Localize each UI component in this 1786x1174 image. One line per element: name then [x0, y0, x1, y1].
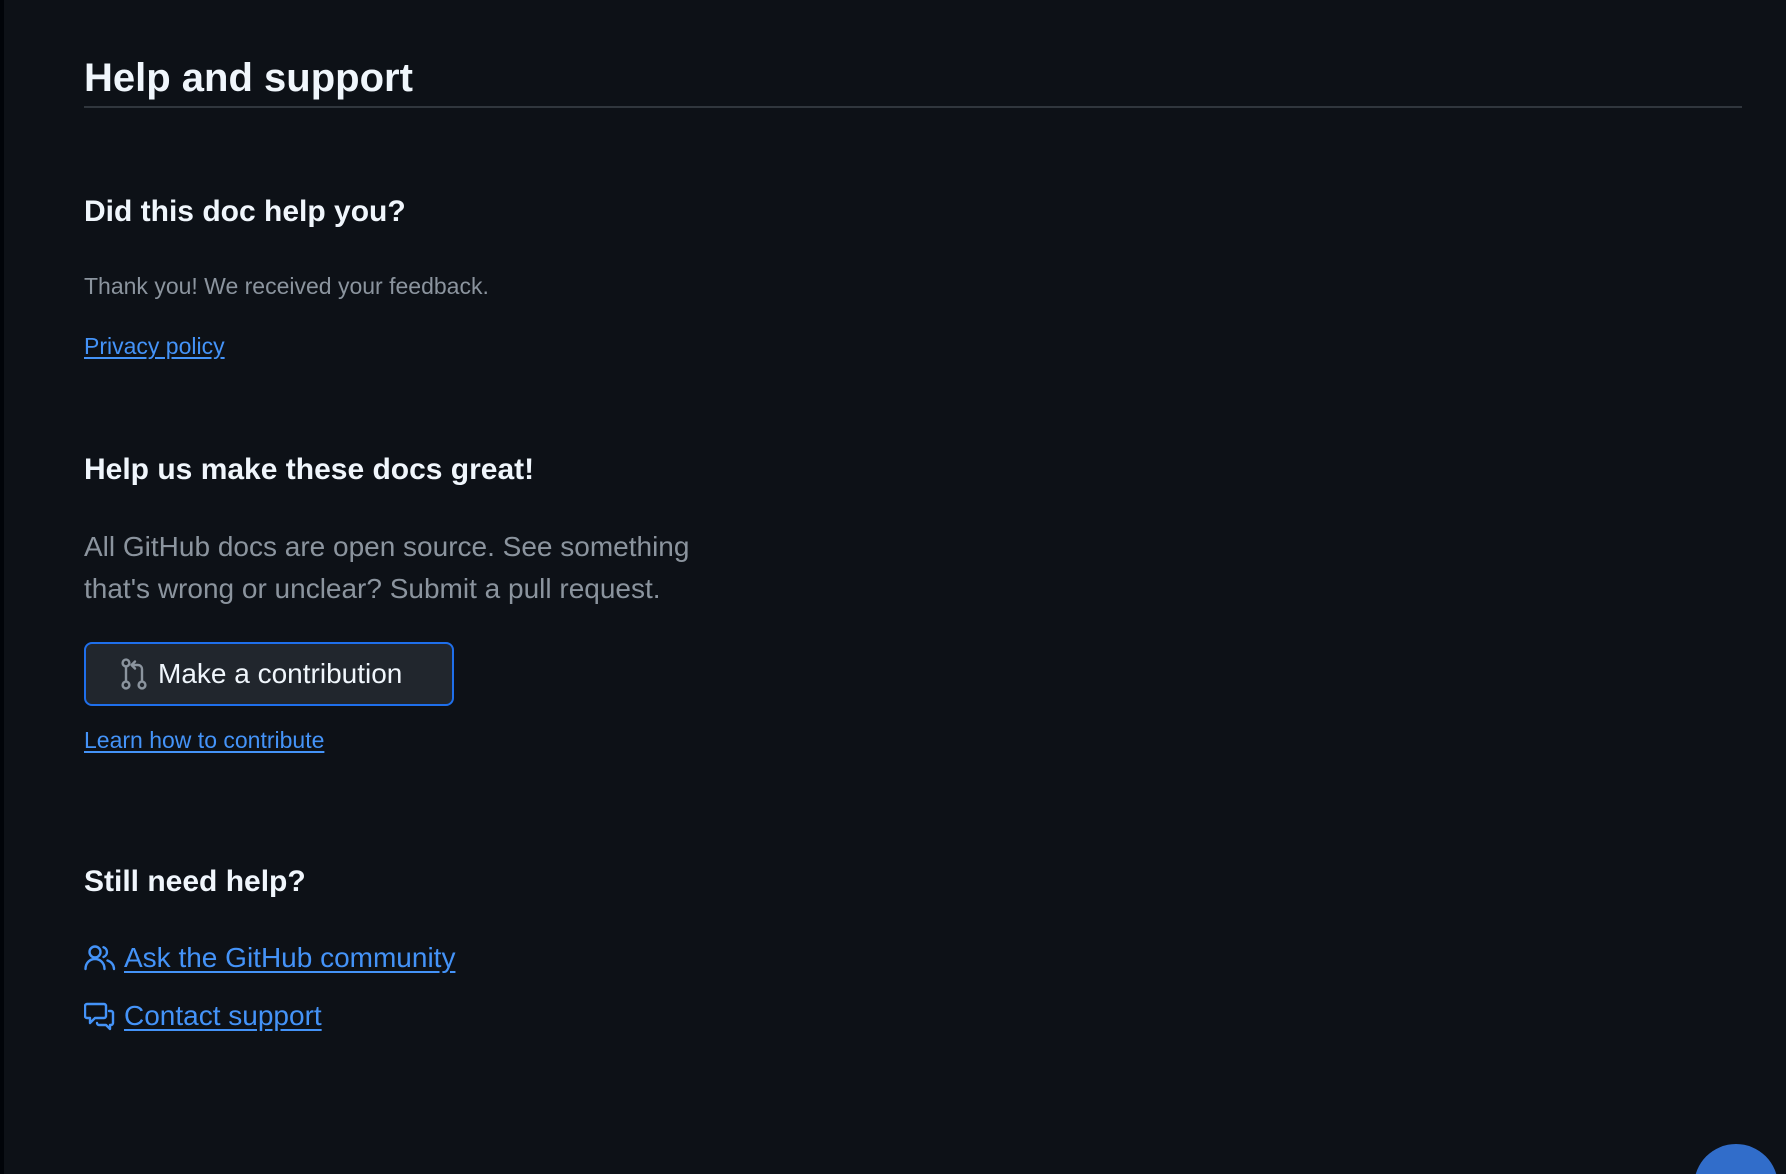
make-contribution-label: Make a contribution: [158, 658, 403, 689]
contribute-description-line1: All GitHub docs are open source. See som…: [84, 531, 690, 562]
people-icon: [84, 942, 116, 974]
floating-action-button[interactable]: [1694, 1144, 1778, 1174]
ask-github-community-link[interactable]: Ask the GitHub community: [124, 942, 455, 974]
contact-support-link[interactable]: Contact support: [124, 1000, 322, 1032]
contribute-description: All GitHub docs are open source. See som…: [84, 526, 689, 610]
contact-support-row[interactable]: Contact support: [83, 1000, 322, 1032]
comment-discussion-icon: [83, 1000, 116, 1032]
ask-community-row[interactable]: Ask the GitHub community: [84, 942, 455, 974]
left-edge-divider: [0, 0, 4, 1174]
feedback-heading: Did this doc help you?: [84, 195, 406, 228]
help-and-support-page: Help and support Did this doc help you? …: [0, 0, 1786, 1174]
learn-how-to-contribute-link[interactable]: Learn how to contribute: [84, 726, 324, 754]
contribute-description-line2: that's wrong or unclear? Submit a pull r…: [84, 573, 661, 604]
contribute-heading: Help us make these docs great!: [84, 453, 535, 486]
privacy-policy-link[interactable]: Privacy policy: [84, 332, 225, 360]
make-contribution-button[interactable]: Make a contribution: [84, 642, 454, 706]
title-divider: [84, 106, 1742, 108]
feedback-confirmation-text: Thank you! We received your feedback.: [84, 273, 489, 299]
main-content: Help and support Did this doc help you? …: [83, 0, 1742, 1031]
page-title: Help and support: [84, 56, 413, 100]
git-pull-request-icon: [120, 658, 148, 690]
still-need-help-heading: Still need help?: [84, 865, 306, 898]
